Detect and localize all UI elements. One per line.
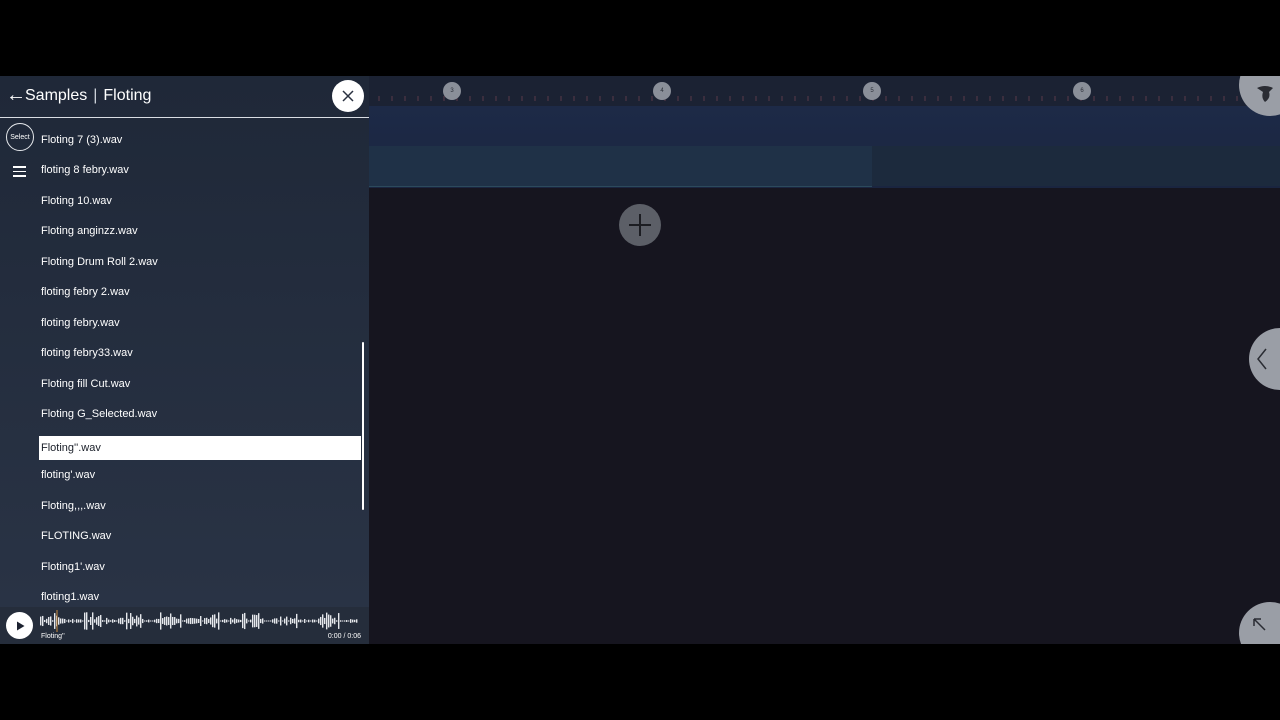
expand-button[interactable] (1239, 602, 1280, 644)
collapse-panel-button[interactable] (1249, 328, 1280, 390)
app-window: ← Samples | Floting Select Floting 7 (3).w… (0, 76, 1280, 644)
play-button[interactable] (6, 612, 33, 639)
bar-marker[interactable]: 4 (653, 82, 671, 100)
track-lane[interactable] (369, 146, 872, 187)
bar-marker[interactable]: 3 (443, 82, 461, 100)
file-item[interactable]: Floting1'.wav (39, 555, 361, 579)
chevron-left-icon (1257, 348, 1267, 370)
file-item[interactable]: floting febry33.wav (39, 341, 361, 365)
file-item[interactable]: Floting fill Cut.wav (39, 372, 361, 396)
breadcrumb-floting: Floting (103, 87, 152, 104)
file-item[interactable]: Floting''.wav (39, 436, 361, 460)
back-arrow-icon[interactable]: ← (6, 85, 26, 105)
preview-time: 0:00 / 0:06 (327, 633, 361, 640)
fruit-logo-icon (1257, 86, 1273, 102)
scrollbar[interactable] (362, 342, 364, 510)
close-button[interactable] (332, 80, 364, 112)
file-item[interactable]: Floting,,,.wav (39, 494, 361, 518)
breadcrumb-separator: | (93, 87, 98, 104)
close-icon (342, 90, 354, 102)
play-icon (16, 621, 24, 630)
preview-sample-name: Floting'' (41, 633, 65, 640)
file-item[interactable]: FLOTING.wav (39, 524, 361, 548)
breadcrumb-samples[interactable]: Samples (25, 87, 87, 104)
browser-header: ← Samples | Floting (0, 76, 369, 118)
ruler-ticks (378, 96, 1264, 101)
add-track-button[interactable] (619, 204, 661, 246)
bar-marker[interactable]: 6 (1073, 82, 1091, 100)
file-item[interactable]: floting febry.wav (39, 311, 361, 335)
file-item[interactable]: floting'.wav (39, 463, 361, 487)
sample-browser: ← Samples | Floting Select Floting 7 (3).w… (0, 76, 369, 644)
track-area[interactable] (369, 106, 1280, 188)
plus-icon (629, 214, 651, 236)
file-item[interactable]: Floting 10.wav (39, 189, 361, 213)
preview-bar: Floting'' 0:00 / 0:06 (0, 607, 369, 644)
waveform[interactable] (40, 610, 360, 632)
file-item[interactable]: floting1.wav (39, 585, 361, 609)
file-list: Floting 7 (3).wav floting 8 febry.wav Flot… (0, 117, 369, 607)
timeline-ruler[interactable]: 3 4 5 6 (369, 76, 1280, 106)
file-item[interactable]: Floting Drum Roll 2.wav (39, 250, 361, 274)
file-item[interactable]: Floting 7 (3).wav (39, 128, 361, 152)
file-item[interactable]: floting 8 febry.wav (39, 158, 361, 182)
arrow-up-left-icon (1253, 618, 1266, 631)
bar-marker[interactable]: 5 (863, 82, 881, 100)
file-item[interactable]: Floting anginzz.wav (39, 219, 361, 243)
file-item[interactable]: floting febry 2.wav (39, 280, 361, 304)
file-item[interactable]: Floting G_Selected.wav (39, 402, 361, 426)
track-lane-empty[interactable] (872, 146, 1280, 186)
breadcrumb: Samples | Floting (25, 87, 151, 105)
